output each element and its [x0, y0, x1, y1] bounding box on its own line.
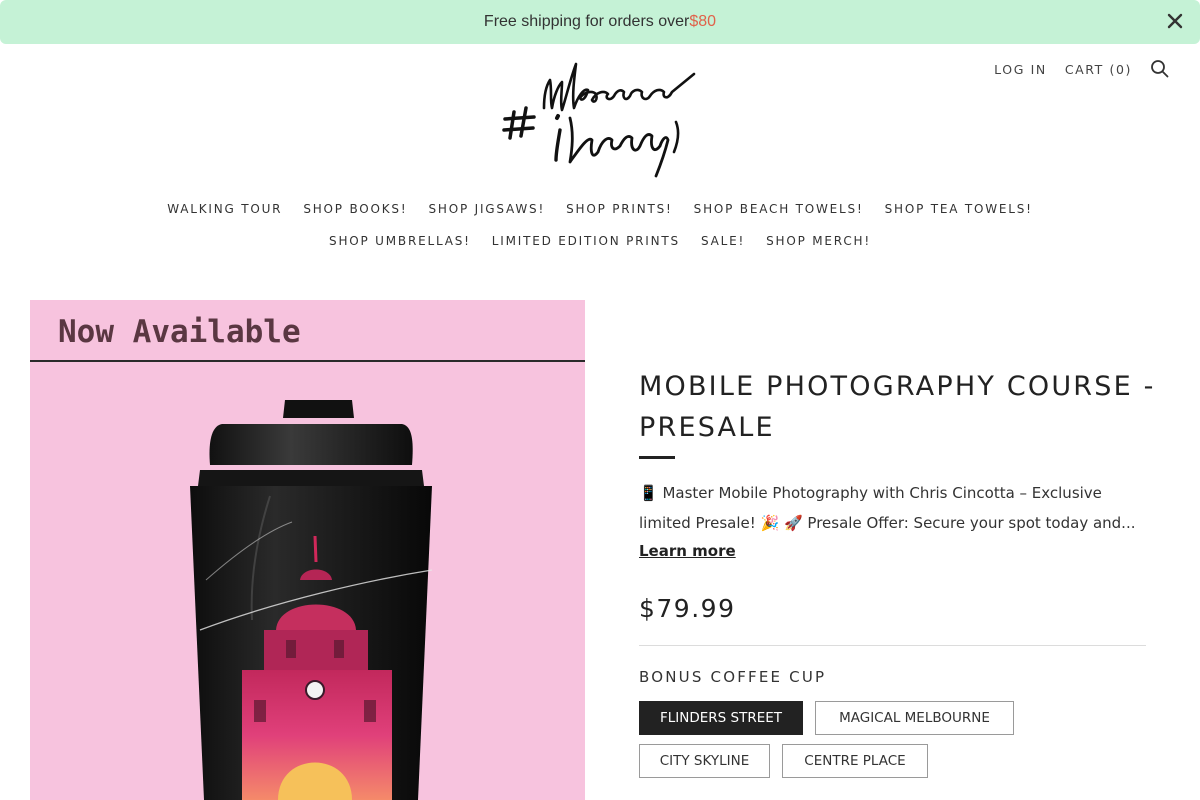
product-title: MOBILE PHOTOGRAPHY COURSE - PRESALE	[639, 371, 1156, 443]
nav-sale[interactable]: SALE!	[701, 234, 745, 248]
nav-shop-jigsaws[interactable]: SHOP JIGSAWS!	[428, 202, 545, 216]
announcement-text: Free shipping for orders over	[483, 13, 690, 30]
cart-link[interactable]: CART (0)	[1065, 62, 1132, 77]
announcement-bar: Free shipping for orders over $80	[0, 0, 1200, 44]
option-label: BONUS COFFEE CUP	[639, 668, 827, 686]
nav-shop-merch[interactable]: SHOP MERCH!	[766, 234, 871, 248]
nav-shop-beach-towels[interactable]: SHOP BEACH TOWELS!	[694, 202, 864, 216]
announcement-amount: $80	[689, 13, 717, 30]
header-links: LOG IN CART (0)	[994, 62, 1132, 77]
option-centre-place[interactable]: CENTRE PLACE	[782, 744, 928, 778]
price-divider	[639, 645, 1146, 646]
login-link[interactable]: LOG IN	[994, 62, 1047, 77]
product-description: 📱 Master Mobile Photography with Chris C…	[639, 484, 1136, 532]
close-icon[interactable]	[1164, 10, 1186, 32]
coffee-cup-illustration	[190, 400, 433, 800]
nav-shop-books[interactable]: SHOP BOOKS!	[303, 202, 407, 216]
nav-shop-tea-towels[interactable]: SHOP TEA TOWELS!	[885, 202, 1033, 216]
nav-walking-tour[interactable]: WALKING TOUR	[167, 202, 282, 216]
main-nav-row-1: WALKING TOUR SHOP BOOKS! SHOP JIGSAWS! S…	[0, 202, 1200, 216]
main-nav-row-2: SHOP UMBRELLAS! LIMITED EDITION PRINTS S…	[0, 234, 1200, 248]
nav-limited-edition-prints[interactable]: LIMITED EDITION PRINTS	[492, 234, 680, 248]
product-price: $79.99	[639, 594, 736, 623]
search-icon[interactable]	[1150, 59, 1170, 79]
product-image[interactable]: Now Available	[30, 300, 585, 800]
option-magical-melbourne[interactable]: MAGICAL MELBOURNE	[815, 701, 1014, 735]
nav-shop-umbrellas[interactable]: SHOP UMBRELLAS!	[329, 234, 471, 248]
site-logo[interactable]	[500, 56, 700, 180]
option-city-skyline[interactable]: CITY SKYLINE	[639, 744, 770, 778]
learn-more-link[interactable]: Learn more	[639, 542, 736, 560]
nav-shop-prints[interactable]: SHOP PRINTS!	[566, 202, 673, 216]
title-underline	[639, 456, 675, 459]
option-flinders-street[interactable]: FLINDERS STREET	[639, 701, 803, 735]
